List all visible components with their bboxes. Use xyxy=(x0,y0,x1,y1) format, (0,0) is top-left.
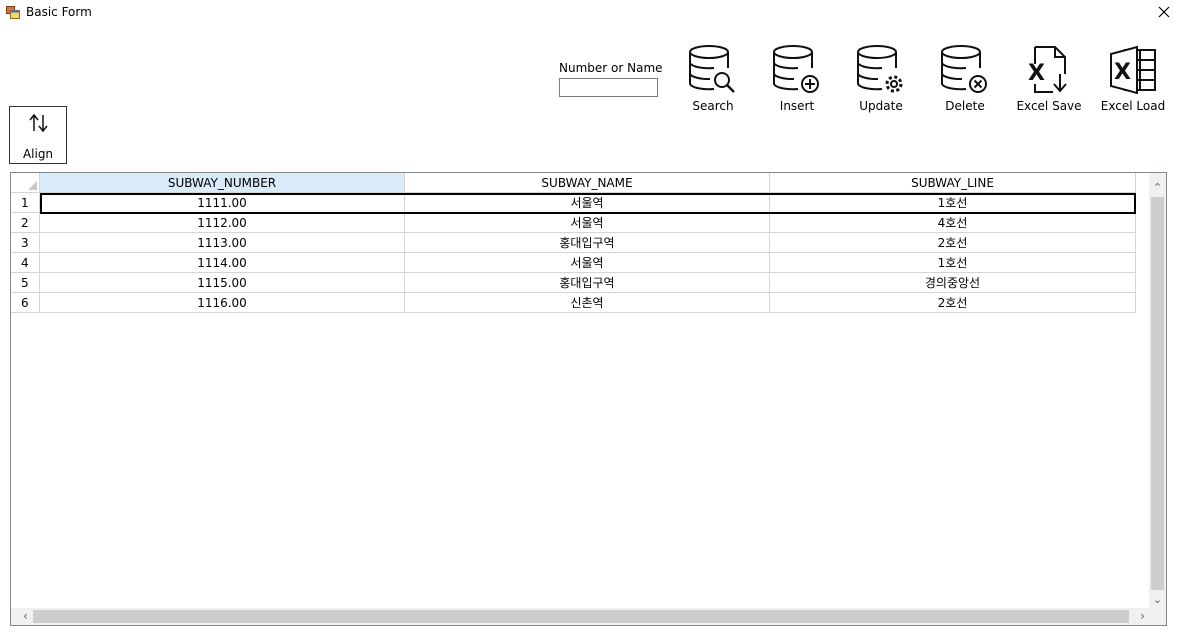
cell-subway-name[interactable]: 서울역 xyxy=(405,193,770,213)
column-header-subway-number[interactable]: SUBWAY_NUMBER xyxy=(40,173,405,193)
table-row[interactable]: 1 1111.00 서울역 1호선 xyxy=(11,193,1136,213)
cell-subway-name[interactable]: 서울역 xyxy=(405,253,770,273)
cell-subway-name[interactable]: 서울역 xyxy=(405,213,770,233)
data-grid[interactable]: SUBWAY_NUMBER SUBWAY_NAME SUBWAY_LINE 1 … xyxy=(10,172,1167,626)
row-header[interactable]: 6 xyxy=(11,293,40,313)
cell-subway-line[interactable]: 2호선 xyxy=(770,233,1136,253)
cell-subway-name[interactable]: 홍대입구역 xyxy=(405,233,770,253)
scroll-corner xyxy=(1149,608,1166,625)
column-header-subway-line[interactable]: SUBWAY_LINE xyxy=(770,173,1136,193)
row-header[interactable]: 3 xyxy=(11,233,40,253)
scroll-down-icon[interactable]: ⌄ xyxy=(1149,591,1166,608)
database-settings-icon xyxy=(857,45,903,93)
database-add-icon xyxy=(773,45,819,93)
cell-subway-line[interactable]: 2호선 xyxy=(770,293,1136,313)
delete-button-label: Delete xyxy=(945,99,985,113)
row-header[interactable]: 4 xyxy=(11,253,40,273)
cell-subway-line[interactable]: 1호선 xyxy=(770,193,1136,213)
excel-import-icon: X xyxy=(1110,45,1156,95)
excel-load-button-label: Excel Load xyxy=(1100,99,1166,113)
grid-header-row: SUBWAY_NUMBER SUBWAY_NAME SUBWAY_LINE xyxy=(11,173,1136,193)
scroll-left-icon[interactable]: ‹ xyxy=(17,608,34,625)
cell-subway-number[interactable]: 1116.00 xyxy=(40,293,405,313)
search-input[interactable] xyxy=(559,78,658,97)
cell-subway-number[interactable]: 1115.00 xyxy=(40,273,405,293)
svg-text:X: X xyxy=(1028,61,1045,86)
select-all-corner[interactable] xyxy=(11,173,40,193)
title-bar: Basic Form xyxy=(0,0,1178,26)
cell-subway-name[interactable]: 홍대입구역 xyxy=(405,273,770,293)
search-label: Number or Name xyxy=(559,61,663,75)
close-icon xyxy=(1158,6,1170,18)
align-button-label: Align xyxy=(22,147,54,161)
cell-subway-number[interactable]: 1114.00 xyxy=(40,253,405,273)
cell-subway-number[interactable]: 1112.00 xyxy=(40,213,405,233)
svg-text:X: X xyxy=(1114,60,1131,85)
select-all-icon xyxy=(28,181,37,190)
row-header[interactable]: 2 xyxy=(11,213,40,233)
align-button[interactable]: Align xyxy=(9,106,67,164)
table-row[interactable]: 3 1113.00 홍대입구역 2호선 xyxy=(11,233,1136,253)
app-icon xyxy=(6,6,20,19)
update-button-label: Update xyxy=(859,99,903,113)
horizontal-scrollbar[interactable]: ‹ › xyxy=(11,608,1151,625)
scroll-up-icon[interactable]: ⌃ xyxy=(1149,179,1166,196)
vertical-scrollbar[interactable]: ⌃ ⌄ xyxy=(1149,173,1166,608)
table-row[interactable]: 4 1114.00 서울역 1호선 xyxy=(11,253,1136,273)
database-search-icon xyxy=(689,45,735,93)
excel-save-button-label: Excel Save xyxy=(1016,99,1082,113)
column-header-subway-name[interactable]: SUBWAY_NAME xyxy=(405,173,770,193)
excel-load-button[interactable]: X Excel Load xyxy=(1095,42,1171,116)
sort-arrows-icon xyxy=(29,113,48,133)
delete-button[interactable]: Delete xyxy=(927,42,1003,116)
horizontal-scroll-thumb[interactable] xyxy=(33,610,1129,623)
table-row[interactable]: 6 1116.00 신촌역 2호선 xyxy=(11,293,1136,313)
vertical-scroll-thumb[interactable] xyxy=(1151,197,1164,590)
insert-button[interactable]: Insert xyxy=(759,42,835,116)
cell-subway-number[interactable]: 1113.00 xyxy=(40,233,405,253)
window-title: Basic Form xyxy=(26,5,92,19)
cell-subway-line[interactable]: 1호선 xyxy=(770,253,1136,273)
excel-save-button[interactable]: X Excel Save xyxy=(1011,42,1087,116)
cell-subway-line[interactable]: 경의중앙선 xyxy=(770,273,1136,293)
database-delete-icon xyxy=(941,45,987,93)
update-button[interactable]: Update xyxy=(843,42,919,116)
table-row[interactable]: 5 1115.00 홍대입구역 경의중앙선 xyxy=(11,273,1136,293)
close-button[interactable] xyxy=(1152,0,1178,26)
table-row[interactable]: 2 1112.00 서울역 4호선 xyxy=(11,213,1136,233)
cell-subway-number[interactable]: 1111.00 xyxy=(40,193,405,213)
search-button-label: Search xyxy=(692,99,734,113)
row-header[interactable]: 1 xyxy=(11,193,40,213)
row-header[interactable]: 5 xyxy=(11,273,40,293)
insert-button-label: Insert xyxy=(779,99,815,113)
cell-subway-name[interactable]: 신촌역 xyxy=(405,293,770,313)
cell-subway-line[interactable]: 4호선 xyxy=(770,213,1136,233)
search-button[interactable]: Search xyxy=(675,42,751,116)
excel-export-icon: X xyxy=(1028,46,1067,93)
